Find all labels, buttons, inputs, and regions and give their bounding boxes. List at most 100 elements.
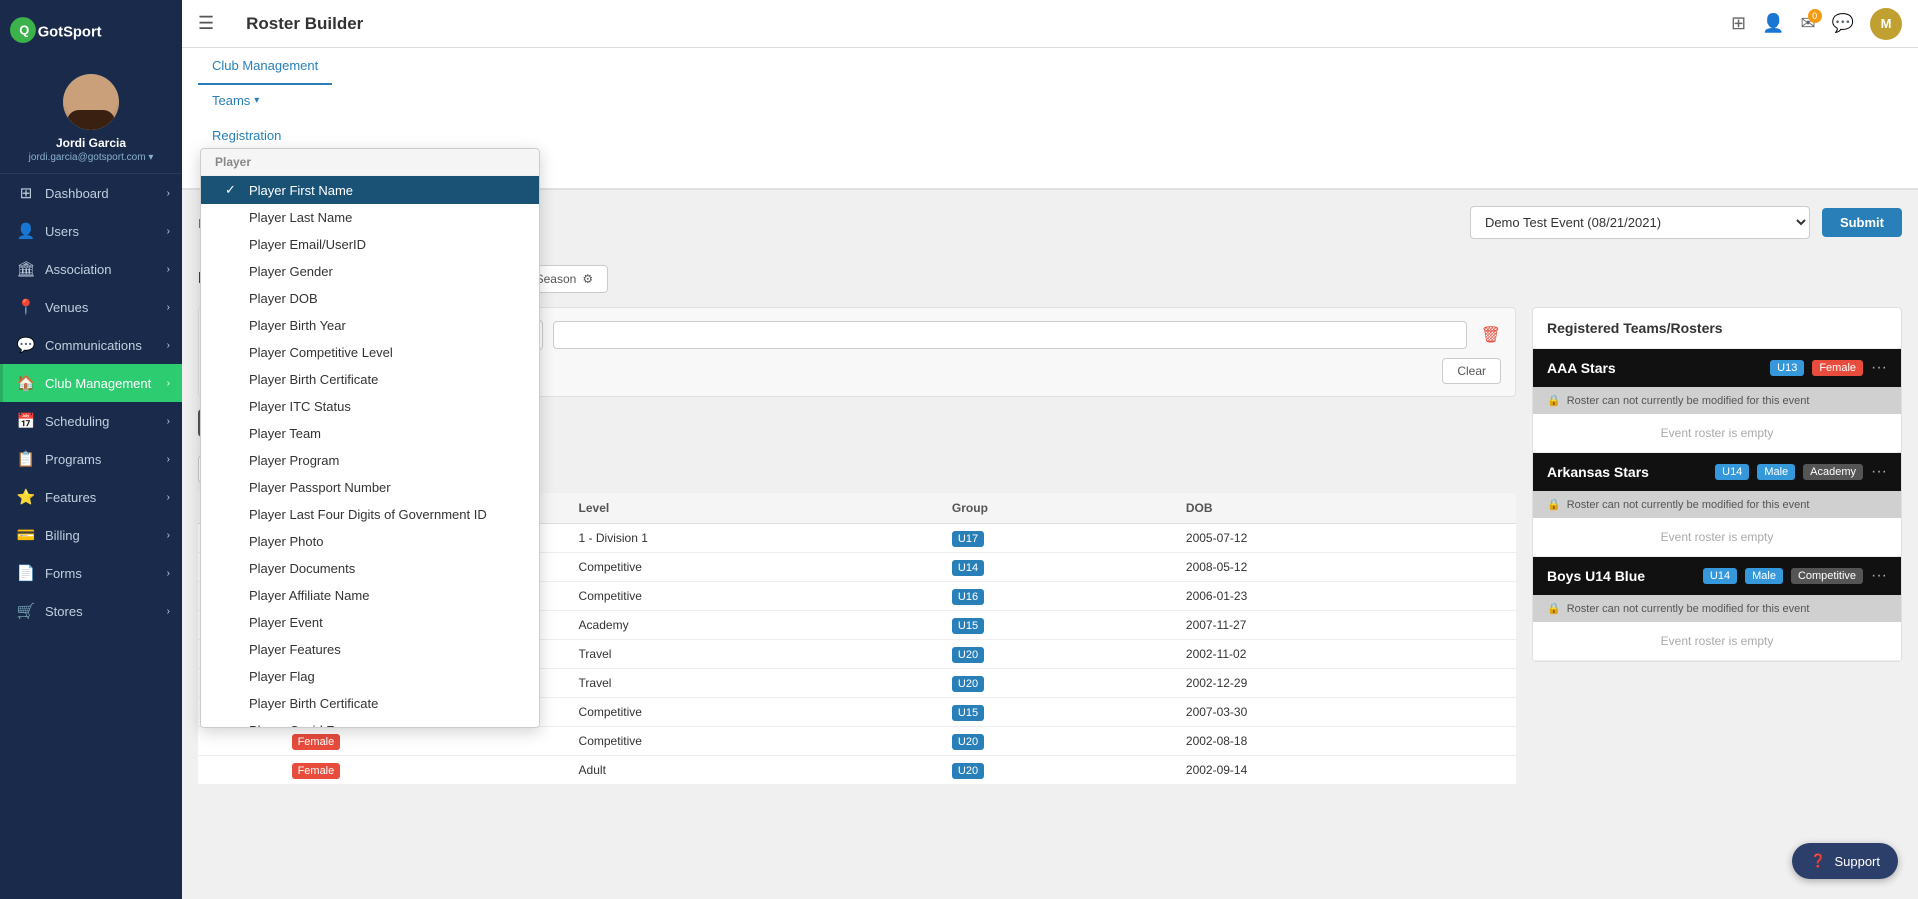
chevron-right-icon: › <box>167 378 170 389</box>
dropdown-item[interactable]: Player DOB <box>201 285 539 312</box>
chevron-right-icon: › <box>167 188 170 199</box>
dropdown-item[interactable]: Player ITC Status <box>201 393 539 420</box>
support-button[interactable]: ❓ Support <box>1792 843 1898 879</box>
sidebar-item-label: Venues <box>45 300 88 315</box>
table-row[interactable]: Female Adult U20 2002-09-14 <box>198 756 1516 785</box>
sidebar-item-features[interactable]: ⭐ Features › <box>0 478 182 516</box>
dropdown-item[interactable]: Player Documents <box>201 555 539 582</box>
dropdown-item[interactable]: Player Passport Number <box>201 474 539 501</box>
dropdown-item[interactable]: Player Affiliate Name <box>201 582 539 609</box>
sidebar: Q GotSport Jordi Garcia jordi.garcia@got… <box>0 0 182 899</box>
group-badge: U15 <box>952 618 984 634</box>
chat-icon[interactable]: 💬 <box>1832 13 1854 34</box>
gender-badge: Female <box>1812 360 1863 376</box>
player-group-cell: U20 <box>942 640 1176 669</box>
player-dob-cell: 2007-11-27 <box>1176 611 1516 640</box>
dropdown-item[interactable]: Player Photo <box>201 528 539 555</box>
right-column: Registered Teams/Rosters AAA Stars U13 F… <box>1532 307 1902 785</box>
team-warning: 🔒 Roster can not currently be modified f… <box>1533 595 1901 622</box>
dropdown-item[interactable]: Player Birth Year <box>201 312 539 339</box>
dropdown-item[interactable]: Player Email/UserID <box>201 231 539 258</box>
team-empty-message: Event roster is empty <box>1533 622 1901 660</box>
team-card-header: Boys U14 Blue U14 Male Competitive ··· <box>1533 557 1901 595</box>
teams-container: AAA Stars U13 Female ··· 🔒 Roster can no… <box>1533 349 1901 661</box>
club-management-icon: 🏠 <box>15 374 37 392</box>
sidebar-item-club-management[interactable]: 🏠 Club Management › <box>0 364 182 402</box>
dropdown-item[interactable]: Player Flag <box>201 663 539 690</box>
dropdown-player-section: Player <box>201 149 539 176</box>
filter-value-input[interactable] <box>553 321 1467 349</box>
subnav-item-club-management[interactable]: Club Management <box>198 48 332 85</box>
level-badge: Competitive <box>1791 568 1863 584</box>
sidebar-item-label: Forms <box>45 566 82 581</box>
sidebar-item-stores[interactable]: 🛒 Stores › <box>0 592 182 630</box>
menu-hamburger-icon[interactable]: ☰ <box>198 13 214 34</box>
more-icon[interactable]: ··· <box>1871 567 1887 585</box>
more-icon[interactable]: ··· <box>1871 463 1887 481</box>
venues-icon: 📍 <box>15 298 37 316</box>
sidebar-item-programs[interactable]: 📋 Programs › <box>0 440 182 478</box>
dropdown-item[interactable]: Player Gender <box>201 258 539 285</box>
sidebar-item-communications[interactable]: 💬 Communications › <box>0 326 182 364</box>
notification-badge: 0 <box>1808 9 1822 23</box>
filter-dropdown[interactable]: Player ✓Player First NamePlayer Last Nam… <box>200 148 540 728</box>
age-badge: U14 <box>1715 464 1749 480</box>
dropdown-item[interactable]: Player Last Name <box>201 204 539 231</box>
sidebar-item-label: Association <box>45 262 111 277</box>
gotsport-logo: Q GotSport <box>10 12 130 48</box>
more-icon[interactable]: ··· <box>1871 359 1887 377</box>
player-group-cell: U16 <box>942 582 1176 611</box>
dropdown-item[interactable]: Player Birth Certificate <box>201 366 539 393</box>
sidebar-item-scheduling[interactable]: 📅 Scheduling › <box>0 402 182 440</box>
dropdown-item[interactable]: Player Covid Form <box>201 717 539 728</box>
clear-button[interactable]: Clear <box>1442 358 1501 384</box>
sidebar-item-billing[interactable]: 💳 Billing › <box>0 516 182 554</box>
player-name-cell <box>198 756 282 785</box>
col-group: Group <box>942 493 1176 524</box>
user-avatar[interactable]: M <box>1870 8 1902 40</box>
subnav-item-teams[interactable]: Teams ▾ <box>198 83 332 120</box>
filter-delete-icon[interactable]: 🗑 <box>1481 325 1501 345</box>
team-card-header: Arkansas Stars U14 Male Academy ··· <box>1533 453 1901 491</box>
svg-text:GotSport: GotSport <box>38 24 102 40</box>
grid-icon[interactable]: ⊞ <box>1731 13 1746 34</box>
sidebar-item-users[interactable]: 👤 Users › <box>0 212 182 250</box>
group-badge: U16 <box>952 589 984 605</box>
sidebar-item-forms[interactable]: 📄 Forms › <box>0 554 182 592</box>
group-badge: U20 <box>952 676 984 692</box>
chevron-right-icon: › <box>167 302 170 313</box>
event-selector-row: Demo Test Event (08/21/2021) Submit <box>1470 206 1902 239</box>
player-level-cell: Travel <box>569 669 942 698</box>
dropdown-item[interactable]: Player Team <box>201 420 539 447</box>
checkmark-icon: ✓ <box>225 182 241 198</box>
bell-icon[interactable]: ✉ 0 <box>1800 13 1815 34</box>
player-dob-cell: 2002-08-18 <box>1176 727 1516 756</box>
team-name: Boys U14 Blue <box>1547 568 1695 584</box>
sidebar-item-association[interactable]: 🏛 Association › <box>0 250 182 288</box>
user-icon[interactable]: 👤 <box>1762 13 1784 34</box>
dropdown-item[interactable]: ✓Player First Name <box>201 176 539 204</box>
gender-badge: Male <box>1757 464 1795 480</box>
lock-icon: 🔒 <box>1547 498 1561 511</box>
communications-icon: 💬 <box>15 336 37 354</box>
player-level-cell: Competitive <box>569 553 942 582</box>
dropdown-item[interactable]: Player Last Four Digits of Government ID <box>201 501 539 528</box>
topbar-icons: ⊞ 👤 ✉ 0 💬 M <box>1731 8 1902 40</box>
dropdown-item[interactable]: Player Event <box>201 609 539 636</box>
submit-button[interactable]: Submit <box>1822 208 1902 237</box>
dropdown-item[interactable]: Player Features <box>201 636 539 663</box>
sidebar-item-venues[interactable]: 📍 Venues › <box>0 288 182 326</box>
dropdown-item[interactable]: Player Birth Certificate <box>201 690 539 717</box>
player-level-cell: Academy <box>569 611 942 640</box>
event-select[interactable]: Demo Test Event (08/21/2021) <box>1470 206 1810 239</box>
player-group-cell: U14 <box>942 553 1176 582</box>
registered-teams-title: Registered Teams/Rosters <box>1533 308 1901 349</box>
team-warning: 🔒 Roster can not currently be modified f… <box>1533 387 1901 414</box>
sidebar-item-label: Club Management <box>45 376 151 391</box>
table-row[interactable]: Female Competitive U20 2002-08-18 <box>198 727 1516 756</box>
sidebar-item-dashboard[interactable]: ⊞ Dashboard › <box>0 174 182 212</box>
sidebar-item-label: Billing <box>45 528 80 543</box>
dropdown-item[interactable]: Player Competitive Level <box>201 339 539 366</box>
dashboard-icon: ⊞ <box>15 184 37 202</box>
dropdown-item[interactable]: Player Program <box>201 447 539 474</box>
